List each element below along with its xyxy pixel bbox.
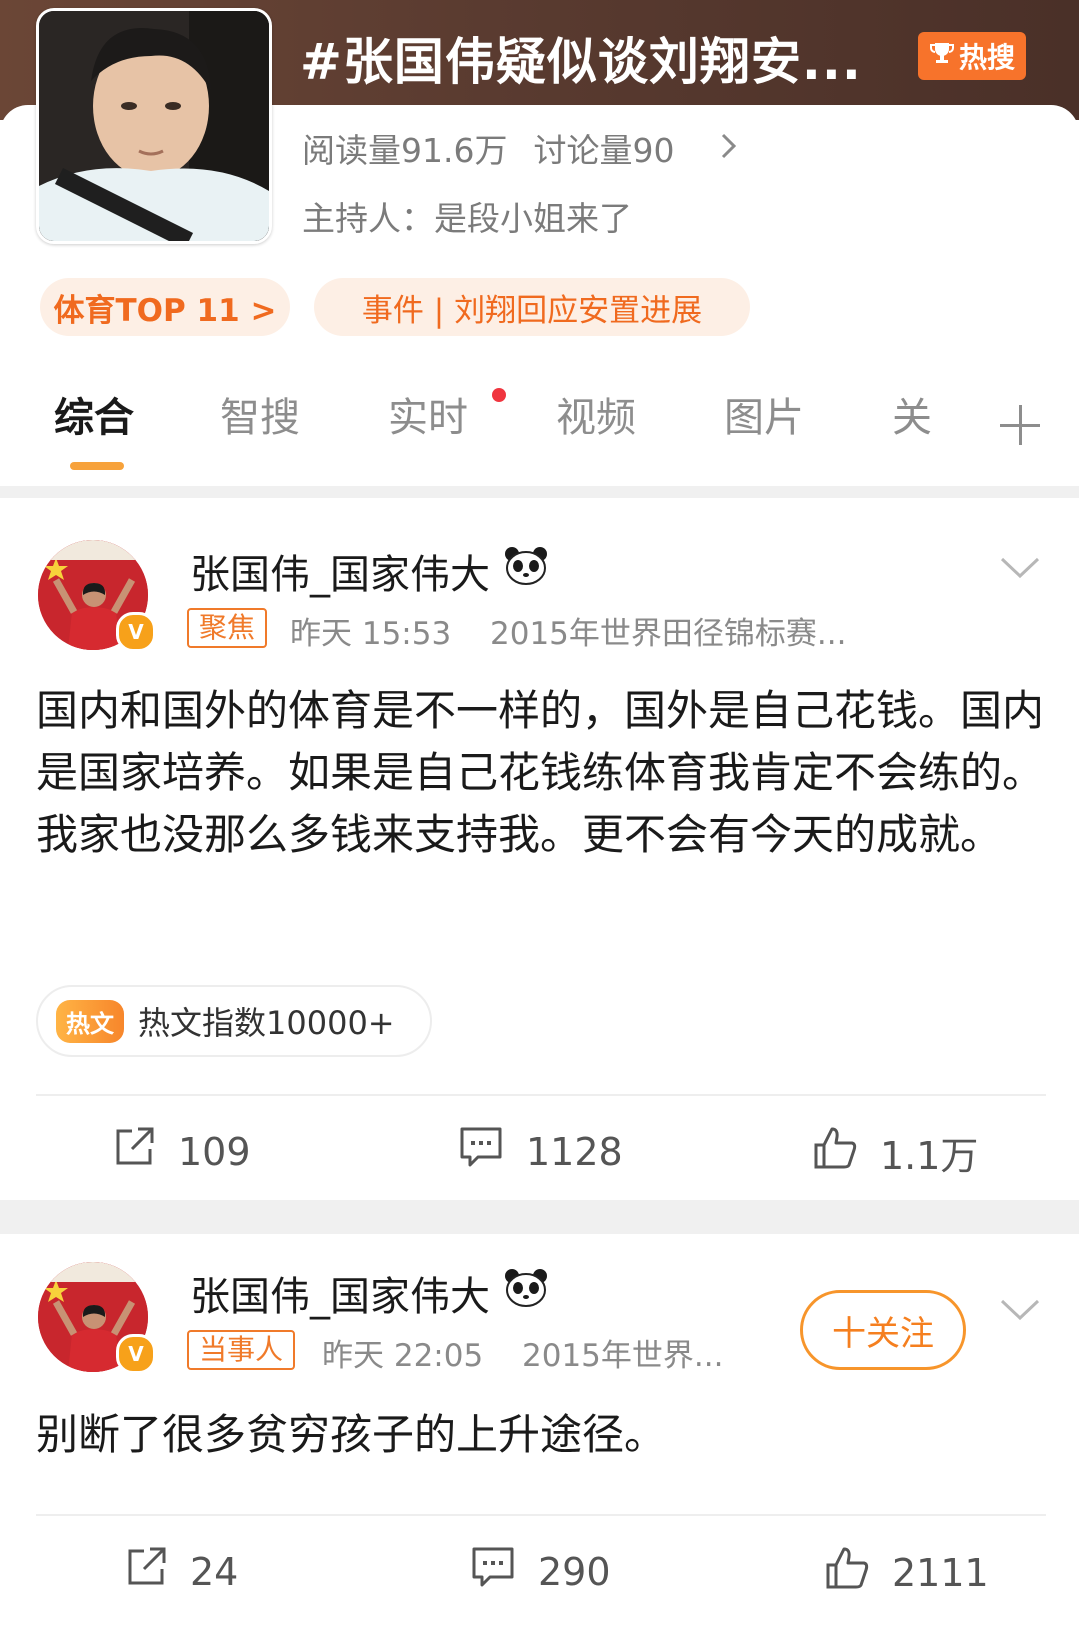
topic-host[interactable]: 主持人：是段小姐来了 bbox=[302, 192, 632, 240]
panda-icon bbox=[504, 546, 548, 596]
repost-button[interactable]: 109 bbox=[112, 1125, 251, 1178]
repost-button[interactable]: 24 bbox=[124, 1545, 238, 1598]
username-text: 张国伟_国家伟大 bbox=[190, 552, 490, 598]
topic-cover-image[interactable] bbox=[36, 8, 272, 244]
topic-stats[interactable]: 阅读量91.6万 讨论量90 bbox=[302, 124, 738, 172]
post-username[interactable]: 张国伟_国家伟大 bbox=[190, 542, 548, 600]
topic-title: #张国伟疑似谈刘翔安... bbox=[300, 33, 862, 91]
post-source[interactable]: 2015年世界... bbox=[522, 1330, 723, 1375]
verified-badge-icon: V bbox=[116, 612, 156, 652]
like-button[interactable]: 1.1万 bbox=[812, 1125, 978, 1180]
like-count: 1.1万 bbox=[880, 1134, 979, 1178]
verified-badge-icon: V bbox=[116, 1334, 156, 1374]
hot-search-label: 热搜 bbox=[958, 41, 1015, 74]
post-source[interactable]: 2015年世界田径锦标赛... bbox=[490, 608, 846, 653]
comment-button[interactable]: 1128 bbox=[458, 1125, 623, 1178]
panda-icon bbox=[504, 1268, 548, 1318]
post-content[interactable]: 别断了很多贫穷孩子的上升途径。 bbox=[36, 1404, 1046, 1466]
follow-button[interactable]: 十关注 bbox=[800, 1290, 966, 1370]
trophy-icon bbox=[929, 40, 955, 73]
divider bbox=[36, 1514, 1046, 1516]
repost-count: 109 bbox=[178, 1129, 251, 1174]
section-divider bbox=[0, 1200, 1079, 1234]
focus-tag: 聚焦 bbox=[187, 608, 268, 648]
comment-count: 1128 bbox=[526, 1129, 623, 1174]
tab-follow[interactable]: 关 bbox=[892, 385, 932, 443]
hot-index-text: 热文指数10000+ bbox=[138, 1004, 395, 1042]
chevron-down-icon[interactable] bbox=[1000, 556, 1040, 580]
comment-count: 290 bbox=[538, 1549, 611, 1594]
hot-index-badge[interactable]: 热文 热文指数10000+ bbox=[36, 985, 432, 1057]
like-count: 2111 bbox=[892, 1550, 989, 1595]
comment-button[interactable]: 290 bbox=[470, 1545, 611, 1598]
active-tab-indicator bbox=[70, 462, 124, 470]
chevron-right-icon[interactable] bbox=[720, 128, 738, 169]
tab-images[interactable]: 图片 bbox=[724, 385, 804, 443]
sports-rank-pill[interactable]: 体育TOP 11 > bbox=[40, 278, 290, 336]
add-tab-icon[interactable] bbox=[1000, 405, 1040, 445]
post-username[interactable]: 张国伟_国家伟大 bbox=[190, 1264, 548, 1322]
comment-icon bbox=[470, 1545, 516, 1598]
divider bbox=[36, 1094, 1046, 1096]
share-icon bbox=[112, 1125, 156, 1178]
thumbs-up-icon bbox=[824, 1545, 870, 1600]
read-count: 阅读量91.6万 bbox=[302, 131, 508, 170]
hot-search-badge[interactable]: 热搜 bbox=[918, 32, 1026, 80]
like-button[interactable]: 2111 bbox=[824, 1545, 989, 1600]
share-icon bbox=[124, 1545, 168, 1598]
comment-icon bbox=[458, 1125, 504, 1178]
discussion-count: 讨论量90 bbox=[533, 131, 675, 170]
username-text: 张国伟_国家伟大 bbox=[190, 1274, 490, 1320]
section-divider bbox=[0, 486, 1079, 498]
post-time: 昨天 15:53 bbox=[290, 616, 452, 652]
tab-comprehensive[interactable]: 综合 bbox=[54, 385, 134, 443]
tab-realtime[interactable]: 实时 bbox=[388, 385, 468, 443]
involved-party-tag: 当事人 bbox=[187, 1330, 296, 1370]
realtime-notification-dot bbox=[492, 388, 506, 402]
post-content[interactable]: 国内和国外的体育是不一样的，国外是自己花钱。国内是国家培养。如果是自己花钱练体育… bbox=[36, 680, 1046, 866]
thumbs-up-icon bbox=[812, 1125, 858, 1180]
chevron-down-icon[interactable] bbox=[1000, 1298, 1040, 1322]
tab-smart-search[interactable]: 智搜 bbox=[220, 385, 300, 443]
hot-article-label: 热文 bbox=[56, 999, 124, 1043]
repost-count: 24 bbox=[190, 1549, 239, 1594]
event-pill[interactable]: 事件 | 刘翔回应安置进展 bbox=[314, 278, 750, 336]
tab-video[interactable]: 视频 bbox=[556, 385, 636, 443]
post-time: 昨天 22:05 bbox=[322, 1338, 484, 1374]
